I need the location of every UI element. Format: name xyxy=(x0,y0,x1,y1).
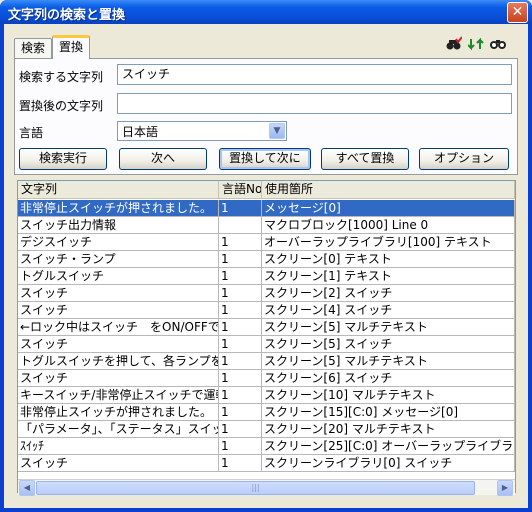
language-select[interactable]: 日本語 ▼ xyxy=(117,121,287,141)
row-language-cell: 1 xyxy=(219,200,262,216)
row-language-cell: 1 xyxy=(219,404,262,420)
row-location-cell: スクリーン[2] スイッチ xyxy=(262,285,515,301)
row-location-cell: スクリーンライブラリ[0] スイッチ xyxy=(262,455,515,471)
scroll-right-icon[interactable]: ▶ xyxy=(497,480,513,496)
table-row[interactable]: スイッチ 1 スクリーン[4] スイッチ xyxy=(18,302,515,319)
table-row[interactable]: スイッチ 1 スクリーン[5] スイッチ xyxy=(18,336,515,353)
row-location-cell: スクリーン[15][C:0] メッセージ[0] xyxy=(262,404,515,420)
table-row[interactable]: キースイッチ/非常停止スイッチで運転 1 スクリーン[10] マルチテキスト xyxy=(18,387,515,404)
options-button[interactable]: オプション xyxy=(419,148,509,170)
row-text-cell: 「パラメータ」、「ステータス」スイッチ xyxy=(20,421,219,437)
row-language-cell: 1 xyxy=(219,336,262,352)
row-location-cell: スクリーン[25][C:0] オーバーラップライブラリ xyxy=(264,438,515,454)
table-row[interactable]: スイッチ 1 スクリーン[6] スイッチ xyxy=(18,370,515,387)
row-location-cell: オーバーラップライブラリ[100] テキスト xyxy=(262,234,515,250)
row-location-cell: スクリーン[6] スイッチ xyxy=(262,370,515,386)
replace-string-label: 置換後の文字列 xyxy=(19,99,104,113)
row-text-cell: トグルスイッチを押して、各ランプを点灯 xyxy=(18,353,219,369)
row-text-cell: スイッチ xyxy=(18,336,219,352)
row-location-cell: スクリーン[4] スイッチ xyxy=(262,302,515,318)
table-row[interactable]: スイッチ・ランプ 1 スクリーン[0] テキスト xyxy=(18,251,515,268)
replace-dialog-window: 文字列の検索と置換 ✕ 検索 置換 検索する文字列 スイッチ 置換後の文字列 言… xyxy=(0,0,532,512)
row-location-cell: スクリーン[5] マルチテキスト xyxy=(262,353,515,369)
row-text-cell: トグルスイッチ xyxy=(18,268,219,284)
table-header: 文字列 言語No 使用箇所 xyxy=(18,181,515,199)
row-language-cell: 1 xyxy=(219,353,262,369)
search-execute-button[interactable]: 検索実行 xyxy=(19,148,107,170)
row-text-cell: ｽｲｯﾁ xyxy=(18,438,219,454)
row-text-cell: デジスイッチ xyxy=(18,234,219,250)
row-location-cell: スクリーン[20] マルチテキスト xyxy=(262,421,515,437)
horizontal-scrollbar[interactable]: ◀ ||| ▶ xyxy=(18,479,515,496)
row-location-cell: スクリーン[5] スイッチ xyxy=(262,336,515,352)
table-row[interactable]: ｽｲｯﾁ 1 スクリーン[25][C:0] オーバーラップライブラリ xyxy=(18,438,515,455)
close-button[interactable]: ✕ xyxy=(507,2,528,23)
row-text-cell: スイッチ xyxy=(18,370,219,386)
row-language-cell: 1 xyxy=(219,387,262,403)
next-button[interactable]: 次へ xyxy=(119,148,207,170)
row-text-cell: キースイッチ/非常停止スイッチで運転 xyxy=(20,387,219,403)
row-location-cell: スクリーン[1] テキスト xyxy=(262,268,515,284)
scrollbar-thumb[interactable]: ||| xyxy=(36,481,475,495)
row-text-cell: 非常停止スイッチが押されました。 xyxy=(18,404,219,420)
row-text-cell: スイッチ・ランプ xyxy=(18,251,219,267)
binoculars-icon[interactable] xyxy=(490,36,506,52)
dialog-client-area: 検索 置換 検索する文字列 スイッチ 置換後の文字列 言語 日本語 ▼ 検索実行… xyxy=(4,24,528,508)
table-row[interactable]: デジスイッチ 1 オーバーラップライブラリ[100] テキスト xyxy=(18,234,515,251)
table-row[interactable]: スイッチ 1 スクリーンライブラリ[0] スイッチ xyxy=(18,455,515,472)
row-location-cell: メッセージ[0] xyxy=(262,200,515,216)
row-language-cell xyxy=(219,217,262,233)
title-bar[interactable]: 文字列の検索と置換 ✕ xyxy=(0,0,532,24)
row-language-cell: 1 xyxy=(219,285,262,301)
row-text-cell: スイッチ xyxy=(18,285,219,301)
row-text-cell: スイッチ xyxy=(18,302,219,318)
table-row[interactable]: 「パラメータ」、「ステータス」スイッチ 1 スクリーン[20] マルチテキスト xyxy=(18,421,515,438)
table-row[interactable]: 非常停止スイッチが押されました。 1 メッセージ[0] xyxy=(18,200,515,217)
results-table[interactable]: 文字列 言語No 使用箇所 非常停止スイッチが押されました。 1 メッセージ[0] ス… xyxy=(17,180,516,493)
row-location-cell: スクリーン[5] マルチテキスト xyxy=(262,319,515,335)
binoculars-check-icon[interactable] xyxy=(446,36,463,52)
replace-and-next-button[interactable]: 置換して次に xyxy=(219,148,311,170)
row-language-cell: 1 xyxy=(219,251,262,267)
language-label: 言語 xyxy=(19,126,44,140)
table-row[interactable]: ←ロック中はスイッチ をON/OFFできます1スクリーン[5] マルチテキスト xyxy=(18,319,515,336)
row-location-cell: スクリーン[0] テキスト xyxy=(262,251,515,267)
row-language-cell: 1 xyxy=(219,234,262,250)
row-text-cell: 非常停止スイッチが押されました。 xyxy=(18,200,219,216)
tab-search[interactable]: 検索 xyxy=(14,38,53,58)
row-text-cell: ←ロック中はスイッチ をON/OFFできます xyxy=(20,319,219,335)
search-string-label: 検索する文字列 xyxy=(19,70,104,84)
scroll-left-icon[interactable]: ◀ xyxy=(19,480,35,496)
table-row[interactable]: スイッチ 1 スクリーン[2] スイッチ xyxy=(18,285,515,302)
row-language-cell: 1 xyxy=(219,268,262,284)
row-language-cell: 1 xyxy=(219,421,262,437)
table-row[interactable]: 非常停止スイッチが押されました。 1 スクリーン[15][C:0] メッセージ[0] xyxy=(18,404,515,421)
row-text-cell: スイッチ出力情報 xyxy=(18,217,219,233)
tab-replace[interactable]: 置換 xyxy=(52,35,91,59)
column-header-text[interactable]: 文字列 xyxy=(18,181,219,199)
column-header-location[interactable]: 使用箇所 xyxy=(262,181,515,199)
table-row[interactable]: スイッチ出力情報 マクロブロック[1000] Line 0 xyxy=(18,217,515,234)
replace-arrows-icon[interactable] xyxy=(467,36,484,52)
window-title: 文字列の検索と置換 xyxy=(8,8,126,23)
row-language-cell: 1 xyxy=(219,455,262,471)
row-language-cell: 1 xyxy=(219,302,262,318)
column-header-language[interactable]: 言語No xyxy=(219,181,262,199)
row-language-cell: 1 xyxy=(219,319,262,335)
replace-string-input[interactable] xyxy=(117,93,512,114)
language-select-value: 日本語 xyxy=(122,125,159,139)
row-text-cell: スイッチ xyxy=(18,455,219,471)
row-language-cell: 1 xyxy=(219,438,262,454)
search-string-input[interactable]: スイッチ xyxy=(117,64,512,85)
table-row[interactable]: トグルスイッチ 1 スクリーン[1] テキスト xyxy=(18,268,515,285)
replace-all-button[interactable]: すべて置換 xyxy=(321,148,409,170)
row-location-cell: マクロブロック[1000] Line 0 xyxy=(262,217,515,233)
table-row[interactable]: トグルスイッチを押して、各ランプを点灯1スクリーン[5] マルチテキスト xyxy=(18,353,515,370)
chevron-down-icon[interactable]: ▼ xyxy=(269,123,285,139)
row-language-cell: 1 xyxy=(219,370,262,386)
row-location-cell: スクリーン[10] マルチテキスト xyxy=(262,387,515,403)
